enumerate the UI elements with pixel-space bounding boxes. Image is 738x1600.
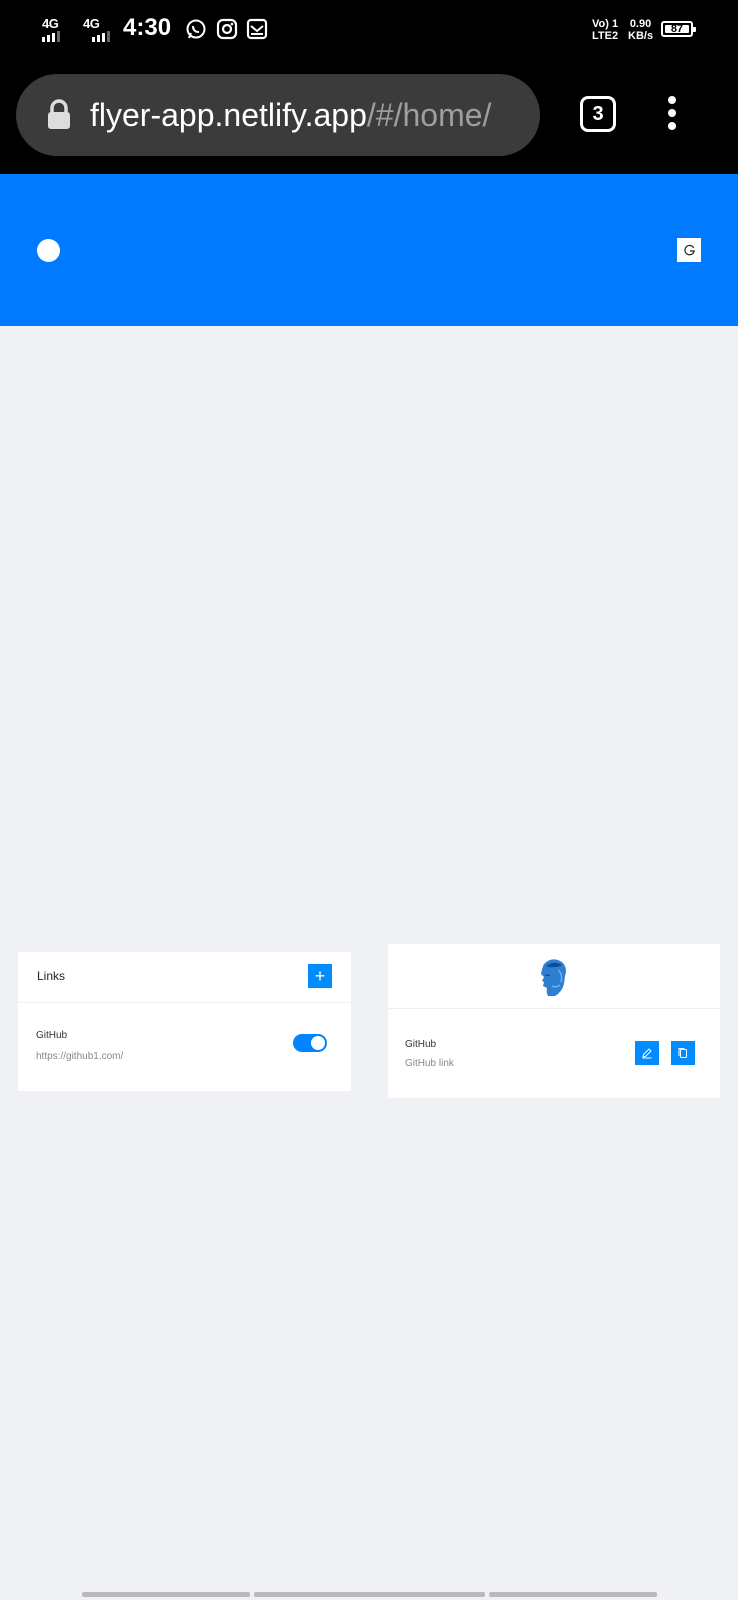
add-link-button[interactable]: + — [308, 964, 332, 988]
volte-indicator: Vo) 1 LTE2 — [592, 18, 618, 42]
clock: 4:30 — [123, 14, 172, 41]
url-path: /#/home/ — [366, 97, 492, 133]
preview-link-description: GitHub link — [405, 1058, 454, 1069]
lock-icon — [48, 99, 70, 129]
copy-button[interactable] — [671, 1041, 695, 1065]
nav-handle-center — [254, 1592, 485, 1597]
sim1-signal-bars-icon — [42, 31, 60, 42]
sim2-signal: 4G — [83, 16, 117, 44]
link-name: GitHub — [36, 1030, 68, 1041]
links-title: Links — [37, 969, 66, 983]
address-bar[interactable]: flyer-app.netlify.app/#/home/ — [16, 74, 540, 156]
copy-icon — [678, 1048, 687, 1058]
whatsapp-icon — [186, 19, 206, 39]
more-menu-icon[interactable] — [665, 96, 679, 136]
links-card: Links + GitHub https://github1.com/ — [18, 952, 351, 1091]
sim1-signal: 4G — [42, 16, 76, 44]
app-header — [0, 174, 738, 326]
preview-link-name: GitHub — [405, 1039, 437, 1050]
battery-icon: 87 — [661, 21, 696, 37]
links-card-header: Links + — [18, 952, 351, 1003]
nav-handle-right — [489, 1592, 657, 1597]
url-host: flyer-app.netlify.app — [90, 97, 367, 133]
network-speed: 0.90 KB/s — [628, 18, 653, 42]
mail-icon — [246, 18, 268, 40]
battery-level: 87 — [670, 23, 684, 35]
sim2-network-type: 4G — [83, 16, 100, 31]
nav-handle-left — [82, 1592, 250, 1597]
url-text[interactable]: flyer-app.netlify.app/#/home/ — [90, 94, 530, 136]
browser-toolbar: flyer-app.netlify.app/#/home/ 3 — [0, 60, 738, 174]
pencil-icon — [642, 1048, 652, 1059]
link-enabled-toggle[interactable] — [293, 1034, 327, 1052]
google-icon[interactable] — [677, 238, 701, 262]
sim1-network-type: 4G — [42, 16, 59, 31]
instagram-icon — [216, 18, 238, 40]
sim2-signal-bars-icon — [92, 31, 110, 42]
volte-line1: Vo) 1 — [592, 18, 619, 30]
speed-value: 0.90 — [629, 18, 652, 30]
preview-header — [388, 944, 720, 1009]
tab-switcher-button[interactable]: 3 — [580, 96, 616, 132]
status-bar: 4G 4G 4:30 Vo) 1 LTE2 0.90 KB/s 87 — [0, 0, 738, 60]
profile-avatar — [541, 959, 566, 996]
edit-button[interactable] — [635, 1041, 659, 1065]
user-avatar[interactable] — [37, 239, 60, 262]
volte-line2: LTE2 — [592, 30, 619, 42]
link-url: https://github1.com/ — [36, 1051, 124, 1062]
profile-preview-card: GitHub GitHub link — [388, 944, 720, 1098]
speed-unit: KB/s — [628, 30, 654, 42]
